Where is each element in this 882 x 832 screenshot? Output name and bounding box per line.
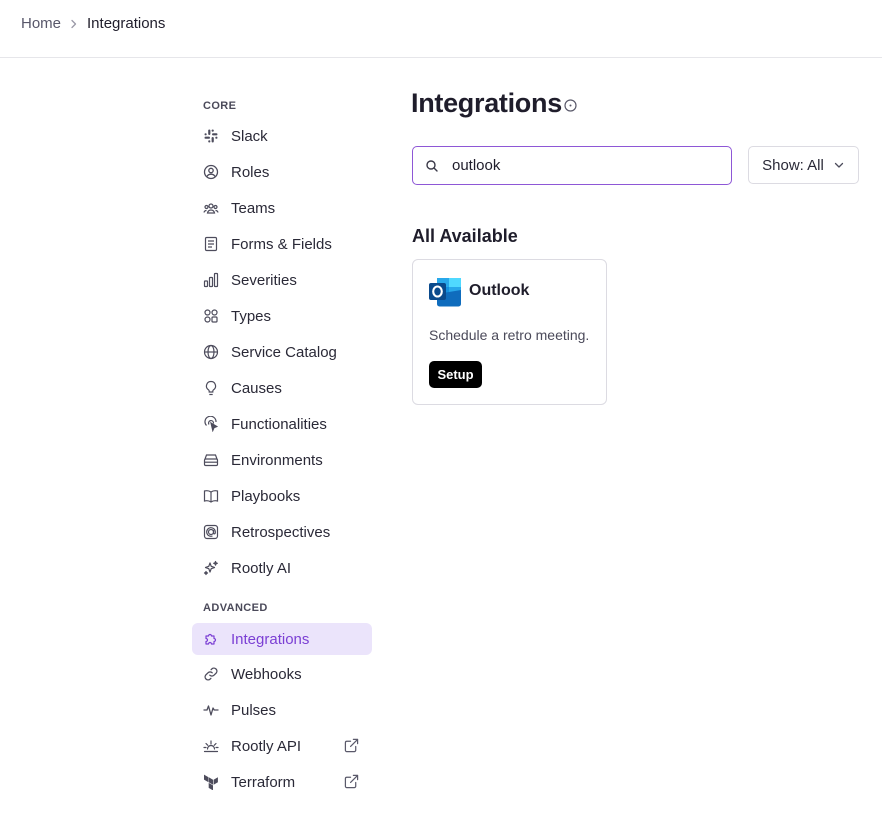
sidebar-item-label: Types [231,307,272,325]
book-icon [203,488,219,504]
info-icon[interactable] [564,99,577,112]
chevron-down-icon [833,159,845,171]
sidebar-item-label: Roles [231,163,270,181]
show-filter-dropdown[interactable]: Show: All [748,146,859,184]
sidebar-item-label: Retrospectives [231,523,331,541]
sidebar-item-roles[interactable]: Roles [192,156,372,188]
sidebar-item-integrations[interactable]: Integrations [192,623,372,655]
sidebar-item-playbooks[interactable]: Playbooks [192,480,372,512]
sidebar-item-forms-fields[interactable]: Forms & Fields [192,228,372,260]
page-title: Integrations [411,88,562,118]
sidebar-item-label: Severities [231,271,297,289]
chevron-right-icon [69,19,79,29]
sidebar-item-label: Playbooks [231,487,301,505]
external-link-icon[interactable] [344,738,360,754]
sidebar-item-retrospectives[interactable]: Retrospectives [192,516,372,548]
sidebar-item-label: Functionalities [231,415,327,433]
search-box [412,146,732,185]
sidebar-item-label: Rootly AI [231,559,292,577]
globe-icon [203,344,219,360]
sidebar-item-types[interactable]: Types [192,300,372,332]
sidebar-item-label: Pulses [231,701,277,719]
sidebar-item-terraform[interactable]: Terraform [192,766,372,798]
sidebar-item-pulses[interactable]: Pulses [192,694,372,726]
breadcrumb-home-link[interactable]: Home [21,15,61,32]
bar-chart-icon [203,272,219,288]
at-sign-icon [203,524,219,540]
sidebar-item-teams[interactable]: Teams [192,192,372,224]
lightbulb-icon [203,380,219,396]
sidebar-item-webhooks[interactable]: Webhooks [192,658,372,690]
sidebar-item-label: Teams [231,199,276,217]
top-bar: Home Integrations [0,0,882,58]
search-icon [425,159,439,173]
sidebar-item-slack[interactable]: Slack [192,120,372,152]
sidebar-item-rootly-ai[interactable]: Rootly AI [192,552,372,584]
external-link-icon[interactable] [344,774,360,790]
terraform-icon [203,774,219,790]
sunrise-icon [203,738,219,754]
users-icon [203,200,219,216]
search-input[interactable] [452,157,702,174]
section-heading: All Available [412,226,518,246]
setup-button[interactable]: Setup [429,361,482,388]
sidebar-item-label: Slack [231,127,268,145]
sidebar-item-label: Forms & Fields [231,235,332,253]
slack-icon [203,128,219,144]
sidebar-item-label: Terraform [231,773,296,791]
sidebar-item-severities[interactable]: Severities [192,264,372,296]
sparkles-icon [203,560,219,576]
sidebar-item-label: Environments [231,451,323,469]
sidebar-section-advanced-label: ADVANCED [203,602,268,614]
sidebar-section-core-label: CORE [203,100,237,112]
outlook-logo [429,278,461,307]
link-icon [203,666,219,682]
sidebar-item-label: Rootly API [231,737,302,755]
user-circle-icon [203,164,219,180]
form-icon [203,236,219,252]
sidebar-item-label: Service Catalog [231,343,337,361]
sidebar-item-environments[interactable]: Environments [192,444,372,476]
breadcrumb-current: Integrations [87,15,166,32]
server-icon [203,452,219,468]
sidebar-item-service-catalog[interactable]: Service Catalog [192,336,372,368]
puzzle-icon [203,631,219,647]
breadcrumb: Home Integrations [21,15,165,32]
sidebar-item-label: Causes [231,379,282,397]
shapes-icon [203,308,219,324]
card-title: Outlook [469,282,530,299]
pointer-icon [203,416,219,432]
card-description: Schedule a retro meeting. [429,327,590,343]
sidebar-item-label: Integrations [231,630,310,648]
integration-card-outlook[interactable]: Outlook Schedule a retro meeting. Setup [412,259,607,405]
sidebar-item-functionalities[interactable]: Functionalities [192,408,372,440]
activity-icon [203,702,219,718]
sidebar-item-causes[interactable]: Causes [192,372,372,404]
show-filter-label: Show: All [762,156,824,174]
sidebar-item-rootly-api[interactable]: Rootly API [192,730,372,762]
sidebar-item-label: Webhooks [231,665,302,683]
